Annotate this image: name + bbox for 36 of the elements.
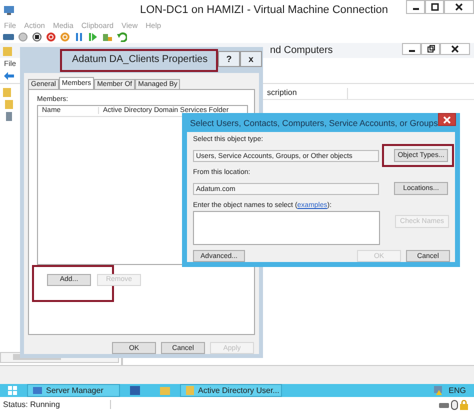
lock-icon — [460, 400, 468, 410]
monitor-icon — [33, 386, 42, 395]
back-arrow-icon[interactable] — [4, 72, 14, 80]
stop-icon[interactable] — [32, 32, 42, 42]
maximize-icon — [430, 3, 438, 11]
language-indicator[interactable]: ENG — [448, 386, 466, 395]
names-input[interactable] — [193, 211, 380, 245]
restore-icon — [426, 45, 434, 53]
window-title: nd Computers — [270, 45, 333, 56]
taskbar-item[interactable]: Server Manager — [27, 384, 120, 397]
minimize-button[interactable] — [402, 43, 421, 55]
play-icon[interactable] — [88, 32, 98, 42]
close-icon — [455, 3, 463, 11]
close-button[interactable] — [440, 43, 470, 55]
maximize-button[interactable] — [425, 0, 444, 14]
server-icon — [5, 112, 13, 121]
minimize-button[interactable] — [406, 0, 425, 14]
window-title: LON-DC1 on HAMIZI - Virtual Machine Connection — [140, 4, 388, 16]
taskbar-item[interactable]: Active Directory User... — [180, 384, 282, 397]
folder-icon — [186, 386, 194, 395]
close-button[interactable]: x — [240, 51, 262, 67]
dialog-title: Adatum DA_Clients Properties — [72, 54, 208, 66]
help-button[interactable]: ? — [218, 51, 240, 67]
mouse-icon — [451, 400, 458, 410]
close-icon — [451, 45, 459, 53]
status-text: Status: Running — [3, 400, 111, 409]
folder-icon — [3, 46, 12, 56]
close-button[interactable] — [438, 113, 456, 126]
close-button[interactable] — [444, 0, 474, 14]
close-icon — [442, 116, 451, 124]
revert-icon[interactable] — [117, 32, 127, 42]
restore-button[interactable] — [421, 43, 440, 55]
column-header[interactable]: scription — [265, 88, 348, 99]
pause-icon[interactable] — [74, 32, 84, 42]
circle-icon[interactable] — [18, 32, 28, 42]
start-icon[interactable] — [8, 386, 17, 395]
